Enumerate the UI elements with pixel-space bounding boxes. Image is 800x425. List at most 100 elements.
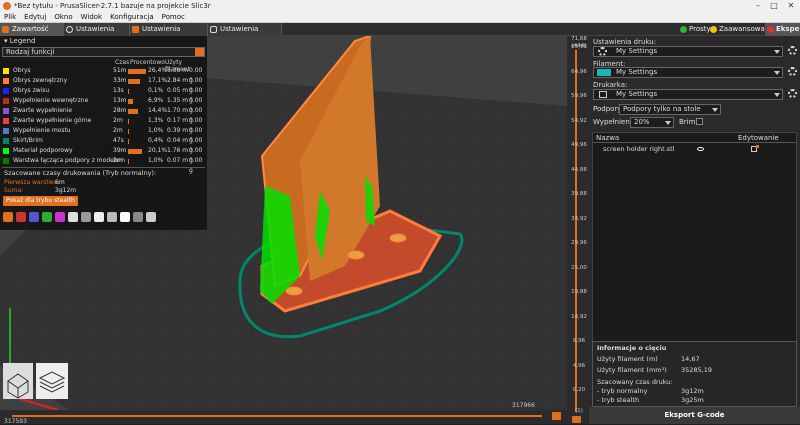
move-slider-track[interactable] [12,415,542,417]
printer-edit-icon[interactable] [788,89,797,98]
slider-tick-label: 44,88 [571,166,587,173]
wipe-icon[interactable] [16,212,26,222]
plater-icon [2,26,9,33]
used-filament-mm3-value: 35285,19 [681,366,713,374]
legend-row[interactable]: Wypełnienie mostu 2m 1,0% 0.39 m 0.00 g [0,126,207,144]
legend-feature-time: 39m [113,147,127,154]
tab-bar: Zawartość Stołu Ustawienia Druku Ustawie… [0,23,800,46]
brim-checkbox[interactable] [696,118,703,125]
legend-row[interactable]: Obrys 51m 26,4% 6.38 m 0.00 g [0,66,207,84]
legend-percent-bar [128,119,129,124]
legend-row[interactable]: Wypełnienie wewnętrzne 13m 6,9% 1.35 m 0.00 … [0,96,207,114]
mode-simple[interactable]: Prosty [678,23,711,36]
print-settings-combo[interactable]: My Settings [593,46,783,57]
legend-feature-meters: 0.04 m [167,137,189,144]
legend-row[interactable]: Obrys zwisu 13s 0,1% 0.05 m 0.00 g [0,86,207,104]
object-list-header: Nazwa Edytowanie [593,133,796,143]
legend-feature-meters: 1.70 m [167,107,189,114]
menu-configuration[interactable]: Konfiguracja [106,12,158,23]
export-gcode-button[interactable]: Eksport G-code [589,407,800,424]
menu-view[interactable]: Widok [77,12,107,23]
menu-window[interactable]: Okno [50,12,76,23]
legend-feature-meters: 0.05 m [167,87,189,94]
legend-feature-meters: 6.38 m [167,67,189,74]
view-type-combo[interactable]: Rodzaj funkcji [2,47,205,57]
expert-mode-dot-icon [767,26,774,33]
sliced-info-panel: Informacje o cięciu Użyty filament (m) 1… [592,341,797,407]
pause-prints-icon[interactable] [94,212,104,222]
mode-advanced[interactable]: Zaawansowane [708,23,774,36]
legend-color-swatch [3,88,9,94]
advanced-mode-dot-icon [710,26,717,33]
slider-track[interactable] [575,50,577,412]
legend-percent-bar [128,79,140,84]
tab-print-settings[interactable]: Ustawienia Druku [64,23,130,46]
menu-edit[interactable]: Edytuj [20,12,50,23]
legend-feature-percent: 20,1% [148,147,168,154]
printer-combo[interactable]: My Settings [593,89,783,100]
legend-percent-bar [128,89,129,94]
tab-plater[interactable]: Zawartość Stołu [0,23,64,46]
close-button[interactable]: ✕ [784,0,798,12]
deretractions-icon[interactable] [42,212,52,222]
legend-row[interactable]: Obrys zewnętrzny 33m 17,1% 2.84 m 0.00 g [0,76,207,94]
chevron-down-icon [712,108,718,112]
mode-expert[interactable]: Ekspert [765,23,800,36]
sidebar: Ustawienia druku: My Settings Filament: … [589,36,800,424]
legend-row[interactable]: Zwarte wypełnienie górne 2m 1,3% 0.17 m 0.00… [0,116,207,134]
mounting-hole [389,233,407,243]
move-slider[interactable]: 317966 317593 [0,402,567,425]
lock-icon[interactable] [572,416,581,423]
move-slider-right-value: 317966 [512,402,535,409]
maximize-button[interactable]: □ [767,0,781,12]
legend-row[interactable]: Zwarte wypełnienie 28m 14,4% 1.70 m 0.00 g [0,106,207,124]
prusaslicer-logo-icon [3,2,11,10]
tool-marker-icon[interactable] [133,212,143,222]
slider-bottom-layer: (1) [575,408,583,414]
legend-toggle-icon[interactable] [146,212,156,222]
shells-icon[interactable] [120,212,130,222]
custom-gcode-icon[interactable] [107,212,117,222]
legend-header[interactable]: ▾ Legend [0,36,207,46]
legend-feature-time: 2m [113,127,123,134]
menu-help[interactable]: Pomoc [158,12,189,23]
infill-combo[interactable]: 20% [630,117,674,128]
gear-icon [598,47,607,56]
normal-mode-value: 3g12m [681,387,704,395]
layers-view-button[interactable] [36,363,68,399]
filament-color-swatch [597,69,611,76]
minimize-button[interactable]: – [751,0,765,12]
cog-icon[interactable] [552,412,561,420]
supports-combo[interactable]: Podpory tylko na stole [619,104,721,115]
object-row[interactable]: screen holder right.stl [593,144,796,154]
menu-file[interactable]: Plik [0,12,20,23]
travel-icon[interactable] [3,212,13,222]
legend-feature-percent: 6,9% [148,97,164,104]
eye-icon[interactable] [697,147,704,151]
legend-divider [2,167,205,168]
layer-slider[interactable]: 71,68 (444) 69,96 64,96 59,96 54,92 49,96 44,… [567,36,589,424]
legend-panel: ▾ Legend Rodzaj funkcji Czas Procentowo … [0,36,207,230]
legend-row[interactable]: Materiał podporowy 39m 20,1% 1.76 m 0.00 g [0,146,207,164]
legend-row[interactable]: Skirt/Brim 47s 0,4% 0.04 m 0.00 g [0,136,207,154]
print-settings-edit-icon[interactable] [788,46,797,55]
legend-row[interactable]: Warstwa łącząca podpory z modelem 2m 1,0% 0… [0,156,207,174]
retractions-icon[interactable] [29,212,39,222]
filament-edit-icon[interactable] [788,67,797,76]
tab-printer-settings[interactable]: Ustawienia Drukarki [208,23,282,46]
legend-feature-name: Warstwa łącząca podpory z modelem [13,157,126,164]
show-stealth-button[interactable]: Pokaż dla trybu stealth [3,196,78,206]
legend-feature-percent: 17,1% [148,77,168,84]
printer-value: My Settings [616,90,658,98]
color-changes-icon[interactable] [81,212,91,222]
legend-color-swatch [3,138,9,144]
seams-icon[interactable] [55,212,65,222]
sliced-info-title: Informacje o cięciu [597,344,667,352]
legend-feature-time: 28m [113,107,127,114]
printer-icon [210,26,217,33]
tool-changes-icon[interactable] [68,212,78,222]
filament-combo[interactable]: My Settings [593,67,783,78]
tab-filament-settings[interactable]: Ustawienia Filamentu [130,23,208,46]
legend-percent-bar [128,129,129,134]
total-time-label: Suma: [4,187,24,194]
